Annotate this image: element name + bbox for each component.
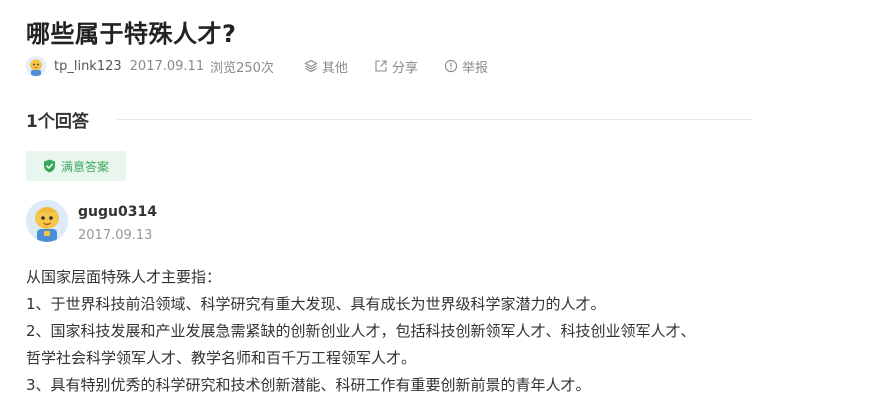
shield-check-icon	[43, 159, 55, 173]
share-button[interactable]: 分享	[374, 57, 418, 76]
best-answer-badge: 满意答案	[26, 151, 126, 181]
question-meta: tp_link123 2017.09.11 浏览250次 其他 分享 举报	[26, 56, 514, 76]
answer-date: 2017.09.13	[78, 228, 153, 243]
answer-paragraph: 3、具有特别优秀的科学研究和技术创新潜能、科研工作有重要创新前景的青年人才。	[26, 376, 591, 394]
asker-avatar[interactable]	[26, 56, 46, 76]
question-date: 2017.09.11	[129, 58, 205, 74]
divider	[116, 118, 752, 120]
other-button[interactable]: 其他	[304, 57, 348, 76]
report-label: 举报	[461, 60, 488, 76]
info-circle-icon	[444, 59, 458, 73]
answerer-avatar[interactable]	[26, 200, 68, 242]
answer-count: 1个回答	[26, 111, 89, 132]
answer-paragraph: 哲学社会科学领军人才、教学名师和百千万工程领军人才。	[26, 349, 417, 367]
answerer-username[interactable]: gugu0314	[78, 204, 157, 220]
qa-page: 哪些属于特殊人才? tp_link123 2017.09.11 浏览250次 其…	[0, 0, 875, 411]
share-icon	[375, 60, 387, 72]
other-label: 其他	[321, 60, 348, 76]
answer-content: 从国家层面特殊人才主要指： 1、于世界科技前沿领域、科学研究有重大发现、具有成长…	[26, 264, 846, 399]
answer-paragraph: 1、于世界科技前沿领域、科学研究有重大发现、具有成长为世界级科学家潜力的人才。	[26, 295, 606, 313]
view-count: 浏览250次	[210, 60, 274, 76]
avatar-cartoon-icon	[26, 200, 68, 242]
avatar-cartoon-icon	[26, 56, 46, 76]
asker-username[interactable]: tp_link123	[54, 59, 122, 74]
answer-paragraph: 从国家层面特殊人才主要指：	[26, 268, 222, 286]
badge-label: 满意答案	[60, 159, 109, 174]
answer-paragraph: 2、国家科技发展和产业发展急需紧缺的创新创业人才，包括科技创新领军人才、科技创业…	[26, 322, 696, 340]
answers-section-header: 1个回答	[26, 106, 752, 132]
share-label: 分享	[391, 60, 418, 76]
question-title: 哪些属于特殊人才?	[26, 20, 237, 48]
layers-icon	[304, 59, 318, 73]
report-button[interactable]: 举报	[444, 57, 488, 76]
